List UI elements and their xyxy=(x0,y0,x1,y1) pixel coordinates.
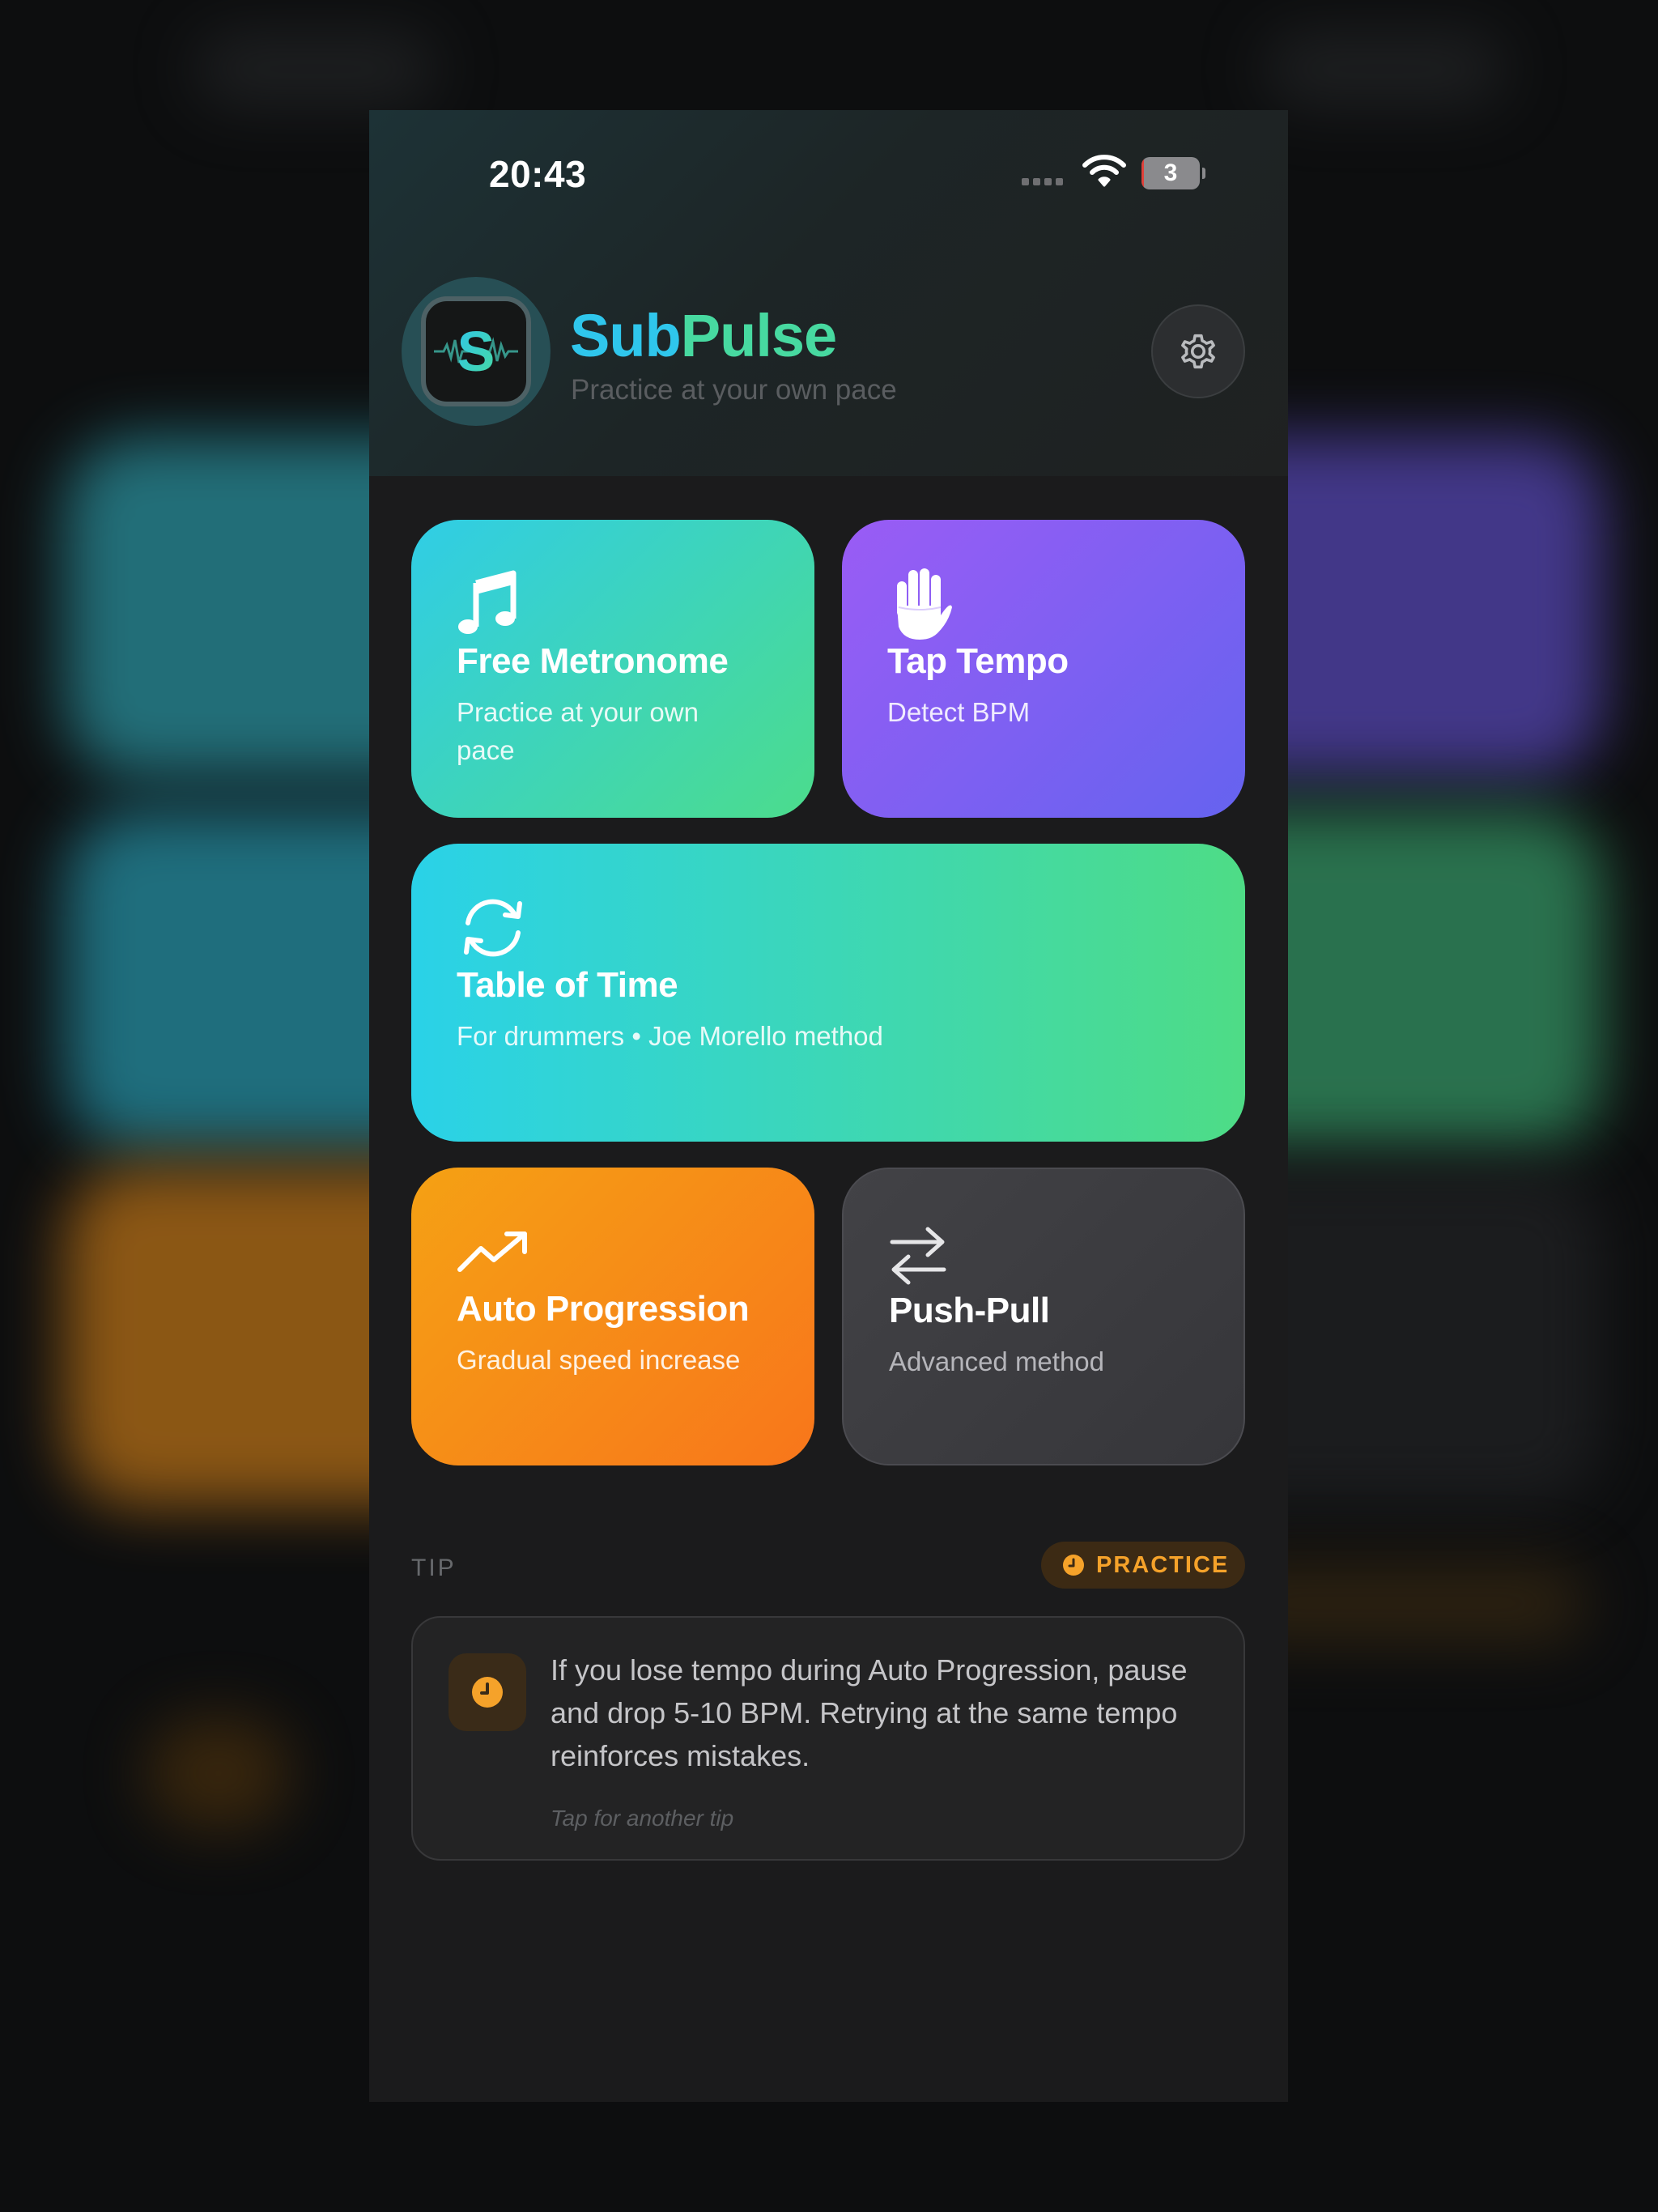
app-title-part1: Sub xyxy=(570,302,682,369)
app-logo-icon: S xyxy=(434,320,518,383)
tip-icon-box xyxy=(449,1653,526,1731)
practice-badge: PRACTICE xyxy=(1041,1542,1245,1589)
trending-up-icon xyxy=(457,1231,527,1272)
signal-dot xyxy=(1033,178,1040,185)
auto-progression-title: Auto Progression xyxy=(457,1289,750,1329)
battery-percentage: 3 xyxy=(1163,160,1178,186)
battery-cap xyxy=(1202,168,1205,179)
push-pull-title: Push-Pull xyxy=(889,1291,1050,1330)
app-logo: S xyxy=(421,296,531,406)
app-title-part2: Pulse xyxy=(680,302,837,369)
push-pull-subtitle: Advanced method xyxy=(889,1346,1105,1376)
refresh-icon xyxy=(464,899,522,957)
free-metronome-card[interactable]: Free Metronome Practice at your own pace xyxy=(411,520,814,818)
app-subtitle: Practice at your own pace xyxy=(571,374,897,406)
table-of-time-title: Table of Time xyxy=(457,965,678,1005)
signal-dot xyxy=(1022,178,1029,185)
arrows-swap-icon xyxy=(890,1227,946,1285)
clock-icon xyxy=(1063,1555,1084,1576)
clock-icon xyxy=(472,1677,503,1708)
tap-tempo-subtitle: Detect BPM xyxy=(887,697,1031,727)
tip-hint: Tap for another tip xyxy=(551,1806,734,1831)
free-metronome-title: Free Metronome xyxy=(457,641,729,681)
signal-dot xyxy=(1044,178,1052,185)
signal-dot xyxy=(1056,178,1063,185)
tip-text: If you lose tempo during Auto Progressio… xyxy=(551,1653,1188,1772)
backdrop-blob xyxy=(1263,32,1506,105)
music-note-icon xyxy=(458,570,517,634)
push-pull-card[interactable]: Push-Pull Advanced method xyxy=(842,1168,1245,1465)
phone-screen: 20:43 3 S SubPulse Practice at your own … xyxy=(369,110,1288,2102)
cellular-signal-icon xyxy=(1022,178,1063,185)
tip-section-label: TIP xyxy=(411,1555,457,1581)
gear-icon xyxy=(1181,334,1215,369)
tip-card[interactable]: If you lose tempo during Auto Progressio… xyxy=(411,1616,1245,1861)
table-of-time-card[interactable]: Table of Time For drummers • Joe Morello… xyxy=(411,844,1245,1142)
logo-letter: S xyxy=(457,320,495,383)
backdrop-blob xyxy=(146,1716,291,1830)
auto-progression-card[interactable]: Auto Progression Gradual speed increase xyxy=(411,1168,814,1465)
settings-button[interactable] xyxy=(1151,304,1245,398)
table-of-time-subtitle: For drummers • Joe Morello method xyxy=(457,1021,883,1051)
wifi-icon xyxy=(1082,155,1126,187)
status-time: 20:43 xyxy=(489,153,587,195)
backdrop-blob xyxy=(194,32,437,105)
battery-indicator: 3 xyxy=(1141,157,1205,189)
tap-tempo-title: Tap Tempo xyxy=(887,641,1069,681)
tap-tempo-card[interactable]: Tap Tempo Detect BPM xyxy=(842,520,1245,818)
free-metronome-subtitle-line1: Practice at your own xyxy=(457,697,699,727)
app-title: SubPulse xyxy=(570,301,837,370)
practice-badge-label: PRACTICE xyxy=(1096,1552,1230,1578)
hand-icon xyxy=(897,568,952,640)
free-metronome-subtitle-line2: pace xyxy=(457,735,515,765)
auto-progression-subtitle: Gradual speed increase xyxy=(457,1345,741,1375)
